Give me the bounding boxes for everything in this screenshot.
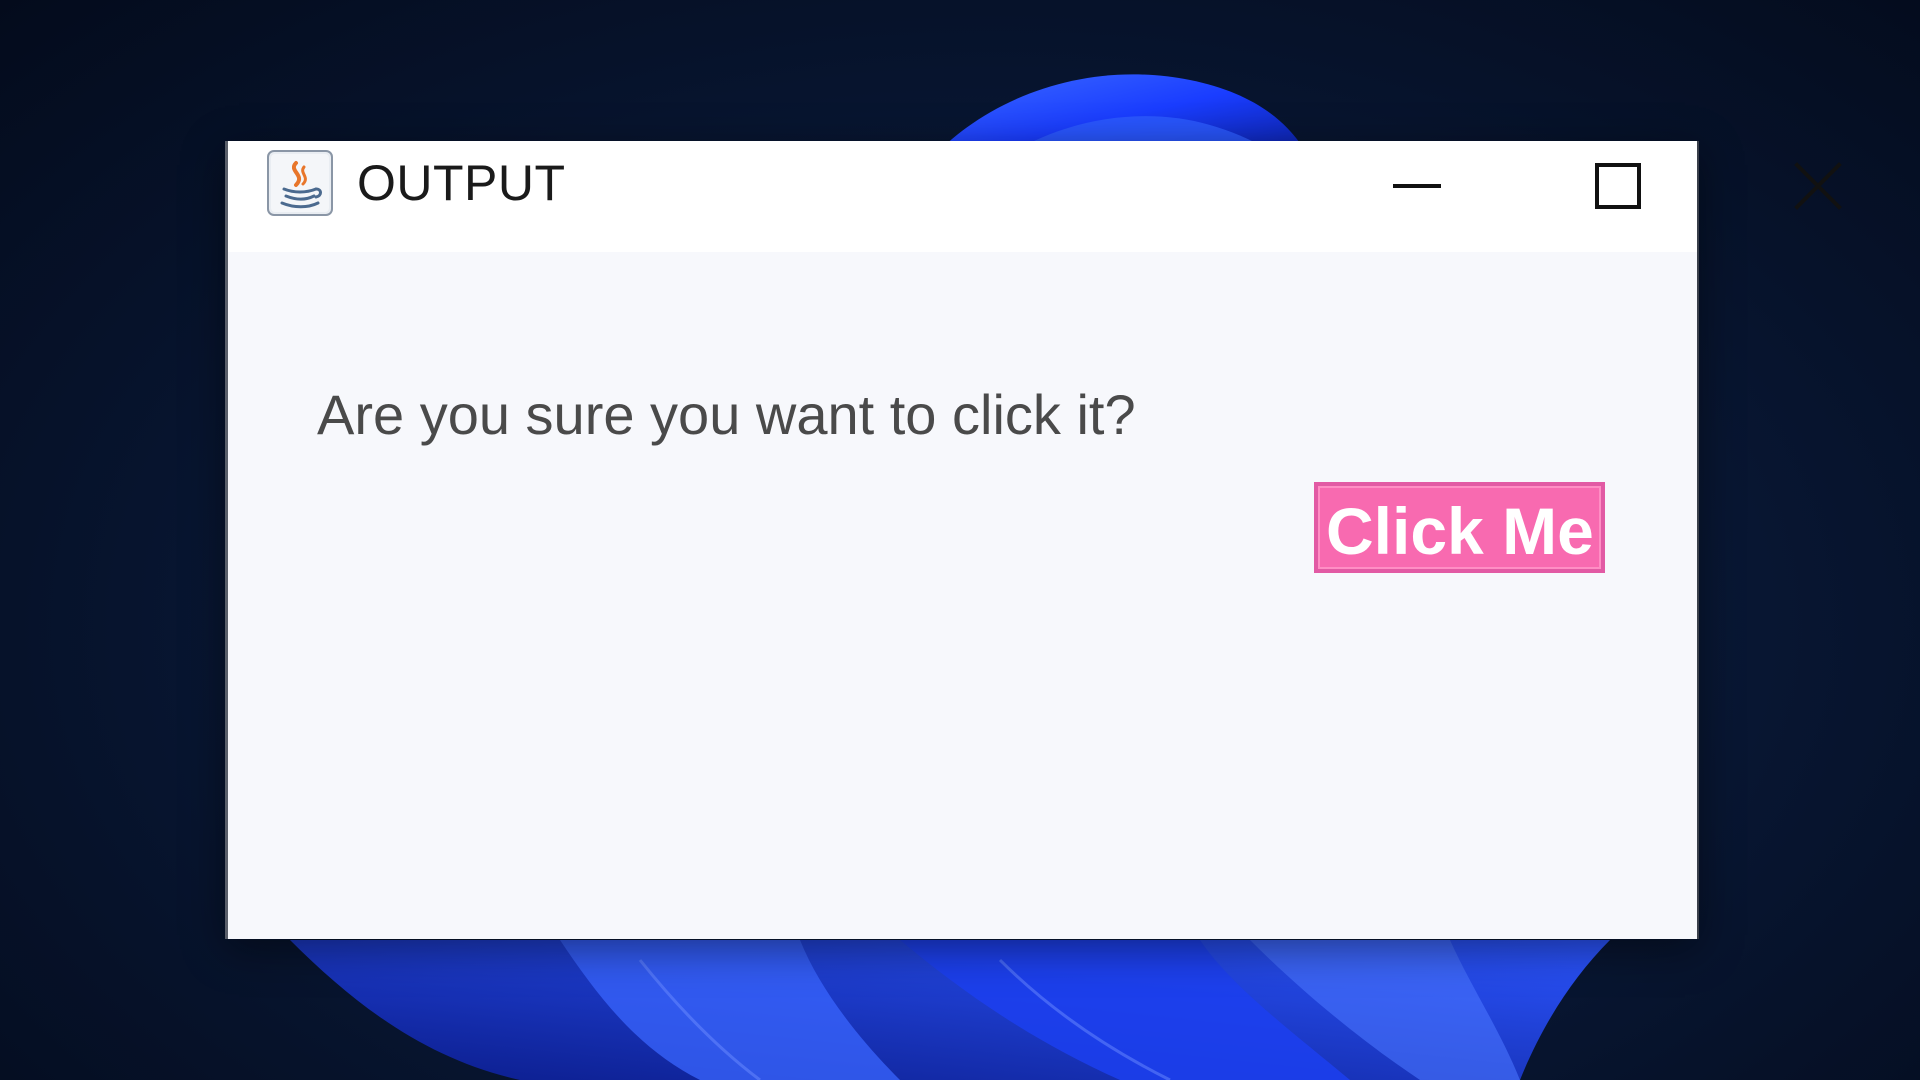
maximize-button[interactable] <box>1558 141 1678 231</box>
close-button[interactable] <box>1758 141 1878 231</box>
confirmation-prompt-label: Are you sure you want to click it? <box>317 383 1136 446</box>
content-pane <box>228 252 1697 939</box>
close-icon <box>1794 162 1842 210</box>
java-icon <box>266 149 334 217</box>
click-me-button[interactable]: Click Me <box>1314 482 1605 573</box>
window-title: OUTPUT <box>357 155 566 211</box>
output-window: OUTPUT Are you sure you want to click it… <box>225 141 1842 939</box>
maximize-icon <box>1595 163 1641 209</box>
minimize-icon <box>1393 184 1441 188</box>
minimize-button[interactable] <box>1358 141 1478 231</box>
title-bar[interactable]: OUTPUT <box>228 141 1842 252</box>
